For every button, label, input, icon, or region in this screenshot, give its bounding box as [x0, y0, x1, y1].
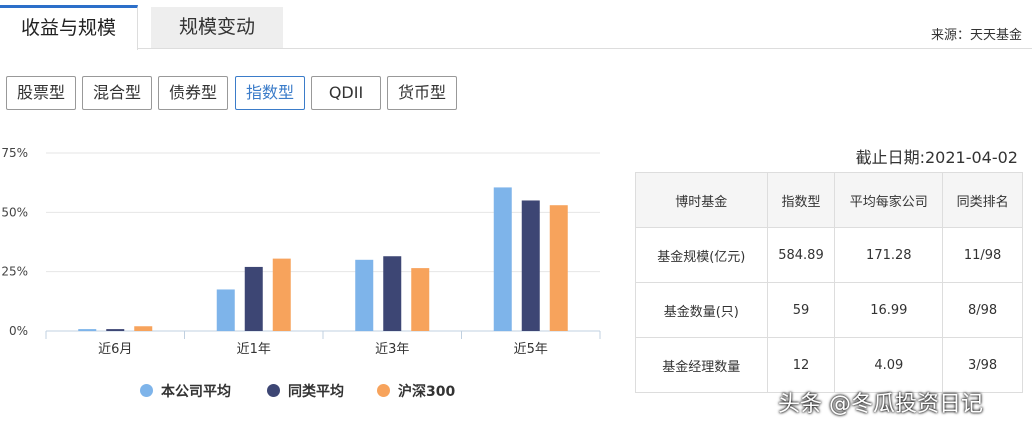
x-category-label: 近5年	[514, 342, 548, 357]
table-cell: 11/98	[942, 227, 1023, 283]
x-category-label: 近1年	[237, 342, 271, 357]
legend-item-company-average[interactable]: 本公司平均	[140, 381, 231, 401]
x-category-label: 近6月	[98, 342, 132, 357]
fund-type-button-money[interactable]: 货币型	[387, 76, 457, 110]
table-cell: 171.28	[834, 227, 944, 283]
legend-label-peer-average: 同类平均	[288, 384, 344, 400]
tab-bar-divider	[0, 48, 1032, 49]
cutoff-date-label: 截止日期:2021-04-02	[855, 148, 1018, 167]
fund-type-button-index[interactable]: 指数型	[235, 76, 305, 110]
legend-dot-csi300	[377, 384, 390, 397]
y-tick-label: 0%	[9, 324, 28, 338]
bar-company-average	[493, 187, 512, 331]
y-tick-label: 25%	[1, 265, 28, 279]
table-cell: 基金数量(只)	[635, 282, 768, 338]
x-category-label: 近3年	[375, 342, 409, 357]
bar-company-average	[355, 259, 374, 331]
table-cell: 3/98	[942, 337, 1023, 393]
table-header-cell: 博时基金	[635, 172, 768, 228]
tab-scale-change[interactable]: 规模变动	[151, 7, 283, 48]
bar-peer-average	[383, 256, 402, 331]
table-cell: 8/98	[942, 282, 1023, 338]
table-header-cell: 同类排名	[942, 172, 1023, 228]
table-header-cell: 平均每家公司	[834, 172, 944, 228]
table-cell: 16.99	[834, 282, 944, 338]
tab-returns-and-scale[interactable]: 收益与规模	[0, 5, 138, 50]
table-cell: 59	[766, 282, 836, 338]
table-cell: 4.09	[834, 337, 944, 393]
table-cell: 基金规模(亿元)	[635, 227, 768, 283]
legend-dot-peer-average	[267, 384, 280, 397]
bar-peer-average	[106, 329, 125, 331]
table-cell: 基金经理数量	[635, 337, 768, 393]
legend-label-csi300: 沪深300	[398, 384, 456, 400]
table-row: 基金规模(亿元) 584.89 171.28 11/98	[635, 227, 1023, 283]
y-tick-label: 50%	[1, 205, 28, 219]
table-row: 基金数量(只) 59 16.99 8/98	[635, 282, 1023, 338]
table-row: 基金经理数量 12 4.09 3/98	[635, 337, 1023, 393]
bar-company-average	[216, 289, 235, 331]
table-header-row: 博时基金 指数型 平均每家公司 同类排名	[635, 172, 1023, 228]
fund-scale-table: 博时基金 指数型 平均每家公司 同类排名 基金规模(亿元) 584.89 171…	[635, 172, 1023, 393]
fund-type-button-bond[interactable]: 债券型	[158, 76, 228, 110]
legend-item-csi300[interactable]: 沪深300	[377, 381, 455, 401]
table-cell: 12	[766, 337, 836, 393]
table-header-cell: 指数型	[766, 172, 836, 228]
fund-type-button-hybrid[interactable]: 混合型	[82, 76, 152, 110]
table-cell: 584.89	[766, 227, 836, 283]
returns-bar-chart: 0% 25% 50% 75% 近6月 近1年 近3年 近5年	[1, 146, 601, 357]
bar-csi300	[272, 258, 291, 331]
legend-dot-company-average	[140, 384, 153, 397]
legend-item-peer-average[interactable]: 同类平均	[267, 381, 344, 401]
bar-csi300	[549, 205, 568, 331]
source-label: 来源：天天基金	[930, 28, 1022, 43]
bar-peer-average	[521, 200, 540, 331]
fund-type-button-stock[interactable]: 股票型	[6, 76, 76, 110]
legend-label-company-average: 本公司平均	[161, 384, 231, 400]
y-tick-label: 75%	[1, 146, 28, 160]
bar-company-average	[78, 329, 97, 331]
bar-csi300	[134, 326, 153, 331]
bar-peer-average	[244, 266, 263, 331]
fund-type-button-qdii[interactable]: QDII	[311, 76, 381, 110]
bar-csi300	[411, 268, 430, 331]
watermark-text: 头条 @冬瓜投资日记	[778, 392, 983, 417]
